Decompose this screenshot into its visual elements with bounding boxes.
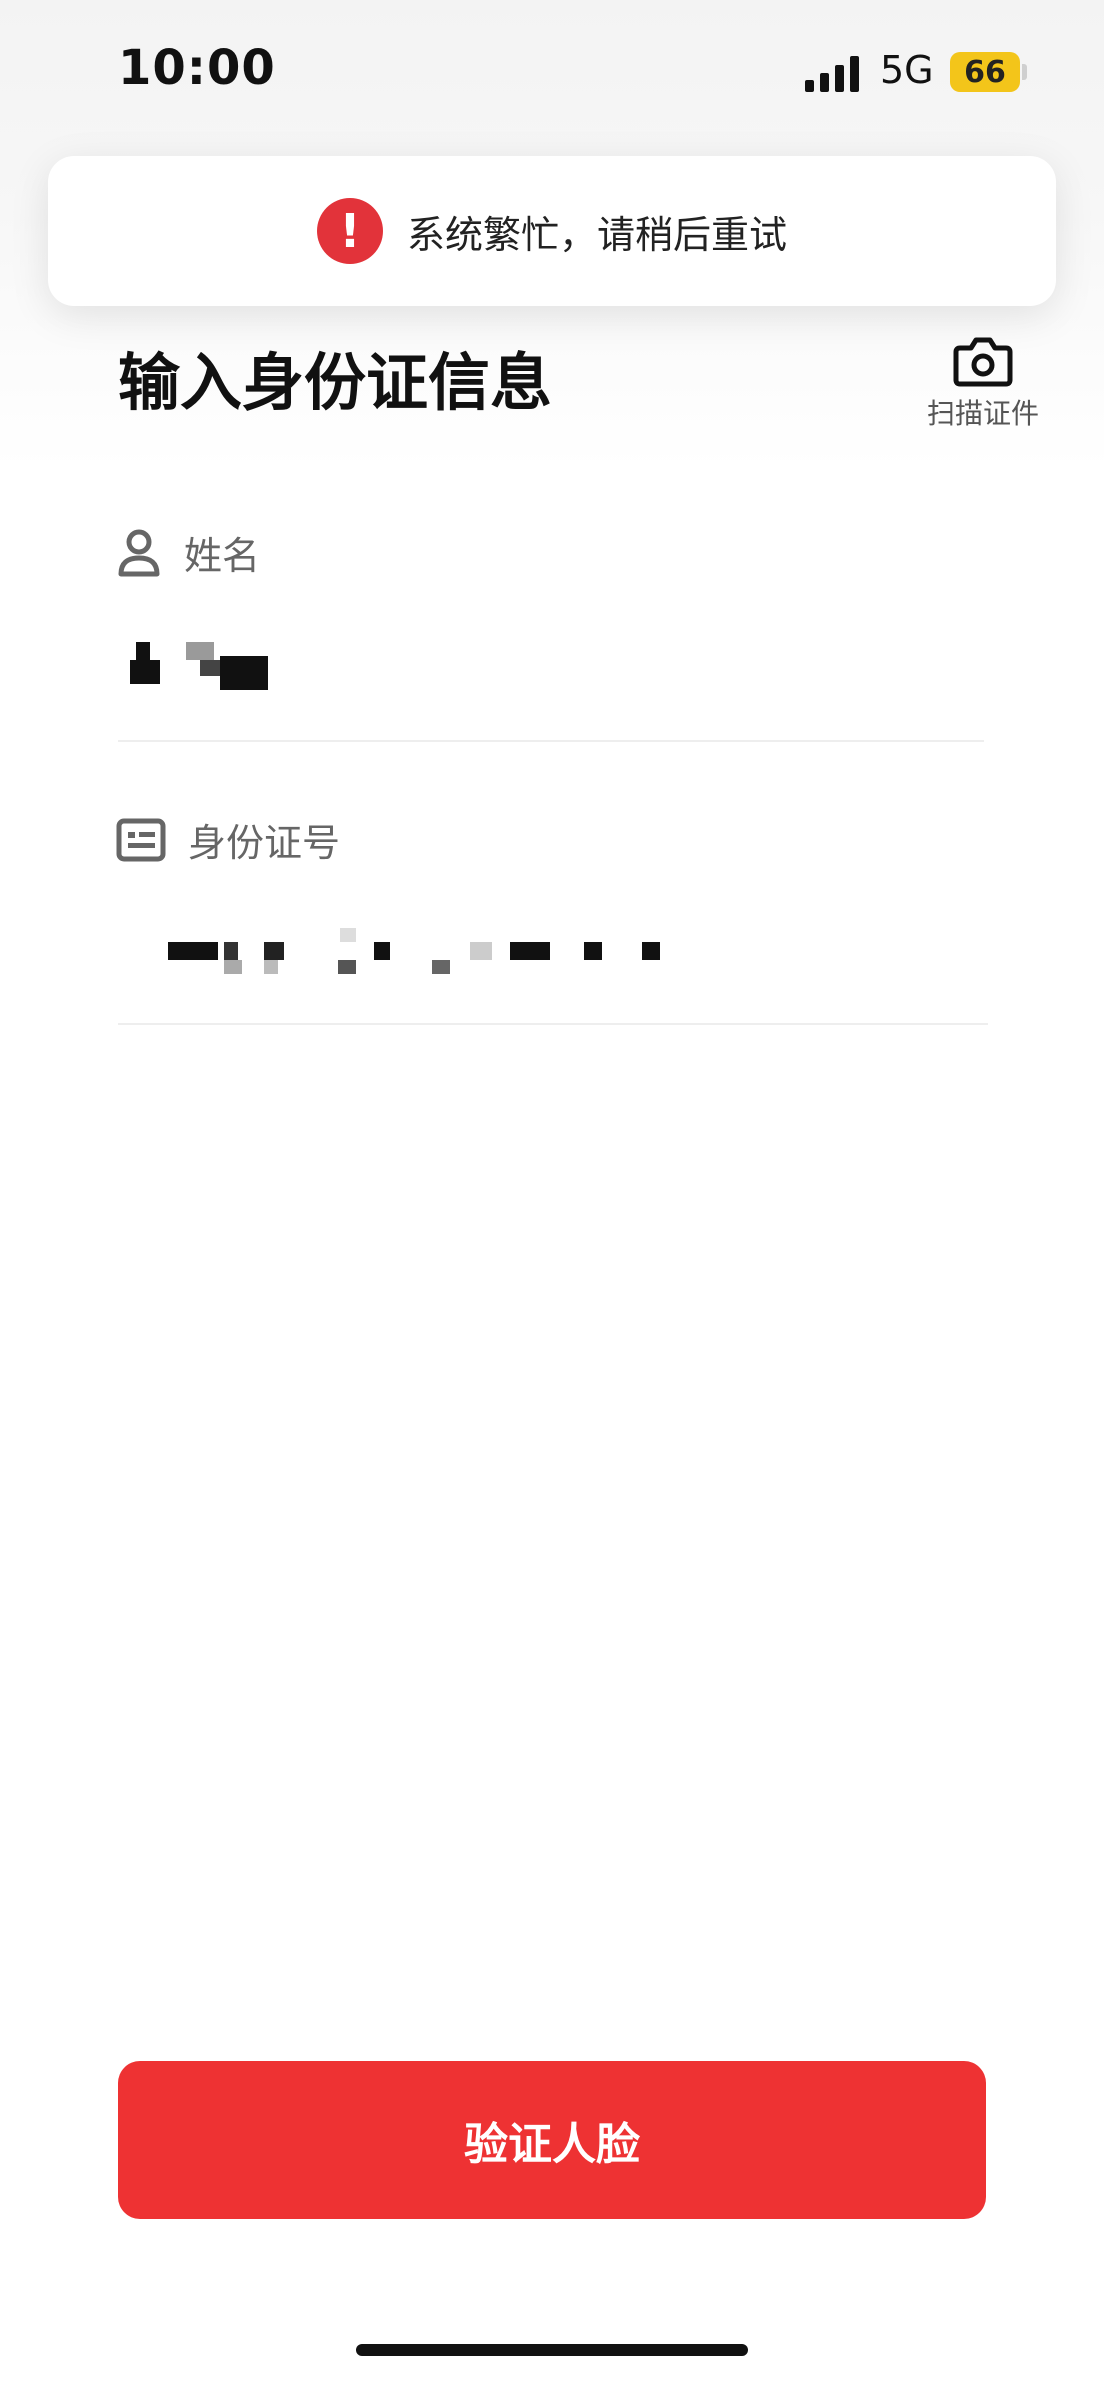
status-time: 10:00 [118, 40, 276, 96]
id-label-row: 身份证号 [116, 812, 340, 867]
name-value-redacted [130, 642, 268, 690]
error-toast: ! 系统繁忙，请稍后重试 [48, 156, 1056, 306]
name-label: 姓名 [184, 534, 261, 578]
battery-level: 66 [964, 54, 1006, 90]
name-label-row: 姓名 [116, 525, 260, 580]
id-label: 身份证号 [188, 821, 341, 865]
name-divider [118, 740, 984, 742]
home-indicator [356, 2344, 748, 2356]
toast-message: 系统繁忙，请稍后重试 [406, 212, 787, 257]
person-icon [118, 529, 160, 576]
verify-face-button[interactable]: 验证人脸 [118, 2061, 986, 2219]
battery-tip [1022, 64, 1027, 80]
scan-label: 扫描证件 [926, 397, 1039, 430]
alert-icon: ! [316, 198, 383, 264]
battery-icon: 66 [950, 52, 1020, 92]
scan-document-button[interactable]: 扫描证件 [918, 334, 1048, 432]
id-card-icon [116, 818, 166, 861]
camera-icon [953, 337, 1013, 387]
network-type: 5G [880, 48, 934, 92]
status-bar: 10:00 5G 66 [0, 0, 1104, 140]
id-value-redacted [168, 928, 660, 974]
page-title: 输入身份证信息 [118, 346, 553, 419]
id-divider [118, 1023, 988, 1025]
signal-icon [805, 56, 865, 92]
